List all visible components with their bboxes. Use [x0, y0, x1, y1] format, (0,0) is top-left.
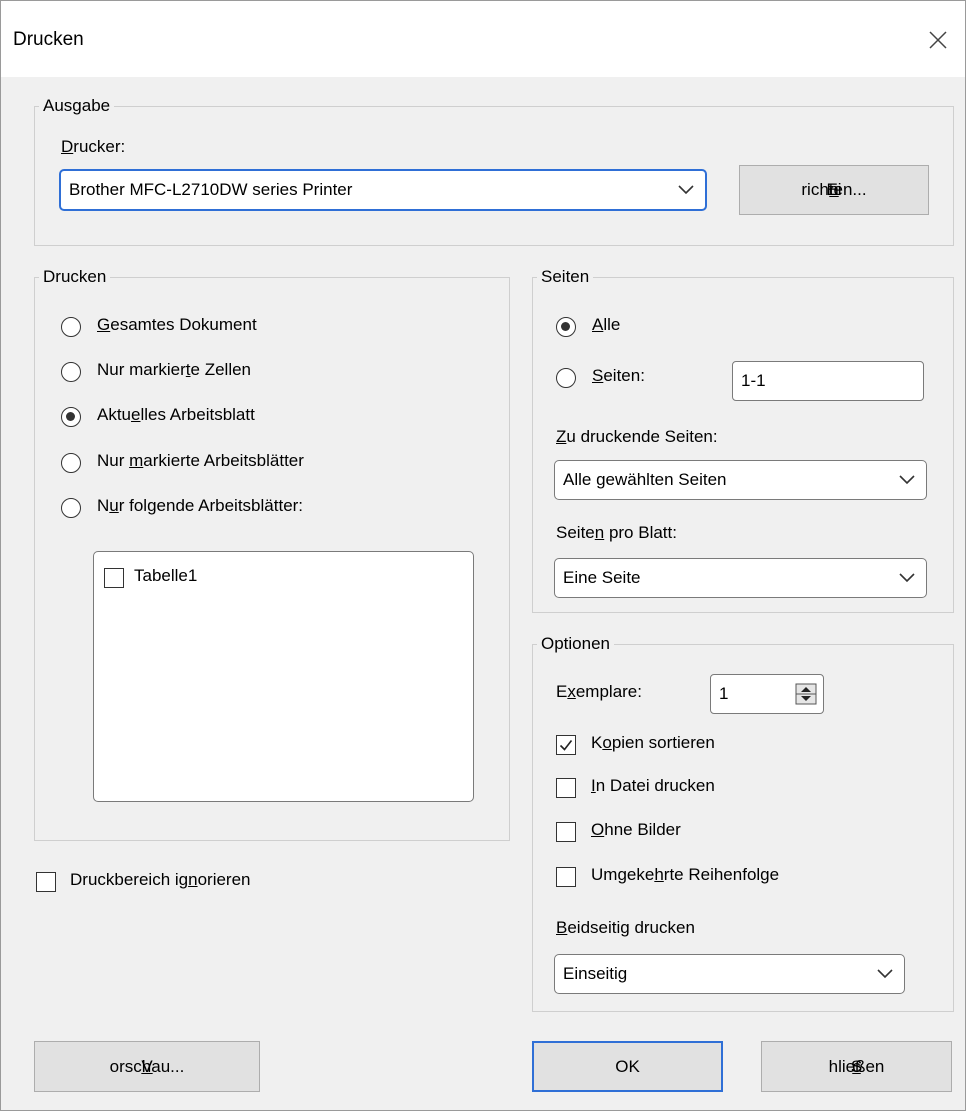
print-pages-select-value: Alle gewählten Seiten: [563, 470, 727, 489]
radio-selected-cells[interactable]: [61, 362, 81, 382]
radio-entire-document[interactable]: [61, 317, 81, 337]
pages-range-input[interactable]: 1-1: [732, 361, 924, 401]
printer-select-value: Brother MFC-L2710DW series Printer: [69, 180, 353, 199]
radio-selected-sheets[interactable]: [61, 453, 81, 473]
chevron-down-icon: [678, 185, 694, 195]
sheet-checkbox-tabelle1[interactable]: [104, 568, 124, 588]
radio-pages-range-label: Seiten:: [592, 366, 645, 385]
duplex-select[interactable]: Einseitig: [554, 954, 905, 994]
ignore-print-area-label: Druckbereich ignorieren: [70, 870, 251, 889]
duplex-label: Beidseitig drucken: [556, 918, 695, 937]
radio-selected-cells-label: Nur markierte Zellen: [97, 360, 252, 379]
pages-per-sheet-select[interactable]: Eine Seite: [554, 558, 927, 598]
sheet-list[interactable]: Tabelle1: [93, 551, 474, 802]
duplex-select-value: Einseitig: [563, 964, 628, 983]
no-images-checkbox[interactable]: [556, 822, 576, 842]
ok-button[interactable]: OK: [532, 1041, 723, 1092]
preview-button[interactable]: Vorschau...: [34, 1041, 260, 1092]
checkmark-icon: [559, 740, 573, 751]
pages-range-value: 1-1: [741, 371, 766, 390]
window-title: Drucken: [13, 29, 84, 50]
print-pages-select[interactable]: Alle gewählten Seiten: [554, 460, 927, 500]
radio-current-sheet[interactable]: [61, 407, 81, 427]
radio-pages-all[interactable]: [556, 317, 576, 337]
chevron-down-icon: [877, 969, 893, 979]
printer-select[interactable]: Brother MFC-L2710DW series Printer: [59, 169, 707, 211]
chevron-down-icon: [899, 573, 915, 583]
print-dialog: Drucken Ausgabe Drucker: Brother MFC-L27…: [0, 0, 966, 1111]
close-icon[interactable]: [921, 23, 955, 57]
reverse-order-label: Umgekehrte Reihenfolge: [591, 865, 780, 884]
printer-label: Drucker:: [61, 137, 126, 156]
radio-current-sheet-label: Aktuelles Arbeitsblatt: [97, 405, 255, 424]
print-range-legend: Drucken: [43, 267, 107, 286]
pages-legend: Seiten: [541, 267, 590, 286]
copies-value: 1: [719, 684, 729, 703]
print-to-file-checkbox[interactable]: [556, 778, 576, 798]
radio-following-sheets[interactable]: [61, 498, 81, 518]
pages-per-sheet-label: Seiten pro Blatt:: [556, 523, 677, 542]
radio-entire-document-label: Gesamtes Dokument: [97, 315, 257, 334]
chevron-down-icon: [899, 475, 915, 485]
close-button[interactable]: Sc hließen: [761, 1041, 952, 1092]
sheet-label-tabelle1: Tabelle1: [134, 566, 198, 585]
radio-pages-all-label: Alle: [592, 315, 621, 334]
print-to-file-label: In Datei drucken: [591, 776, 715, 795]
radio-following-sheets-label: Nur folgende Arbeitsblätter:: [97, 496, 304, 515]
no-images-label: Ohne Bilder: [591, 820, 681, 839]
ignore-print-area-checkbox[interactable]: [36, 872, 56, 892]
reverse-order-checkbox[interactable]: [556, 867, 576, 887]
print-pages-label: Zu druckende Seiten:: [556, 427, 718, 446]
title-bar: Drucken: [1, 1, 965, 77]
options-legend: Optionen: [541, 634, 610, 653]
output-legend: Ausgabe: [43, 96, 111, 115]
copies-label: Exemplare:: [556, 682, 642, 701]
copies-spinner[interactable]: 1: [710, 674, 824, 714]
setup-button[interactable]: Ei n richten...: [739, 165, 929, 215]
collate-label: Kopien sortieren: [591, 733, 715, 752]
radio-selected-sheets-label: Nur markierte Arbeitsblätter: [97, 451, 304, 470]
radio-pages-range[interactable]: [556, 368, 576, 388]
spinner-arrows-icon[interactable]: [795, 683, 817, 705]
collate-checkbox[interactable]: [556, 735, 576, 755]
pages-per-sheet-select-value: Eine Seite: [563, 568, 641, 587]
